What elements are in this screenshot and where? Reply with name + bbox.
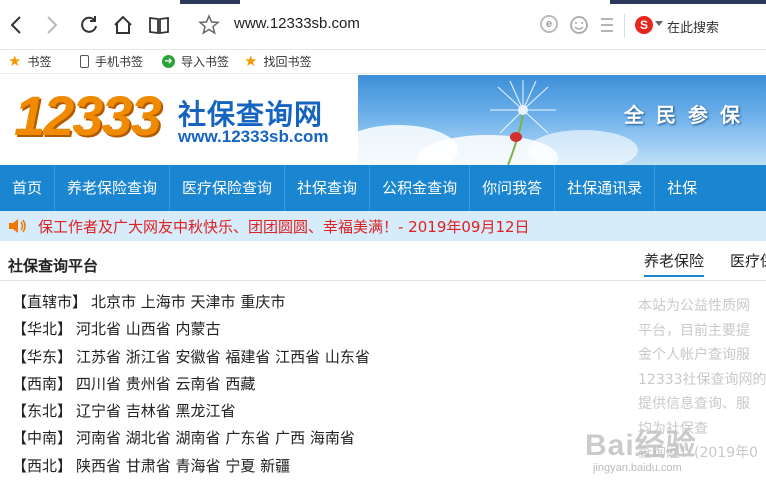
phone-icon xyxy=(80,55,89,68)
forward-button[interactable] xyxy=(38,12,64,38)
bookmark-label: 导入书签 xyxy=(181,55,230,69)
list-item: 【直辖市】 北京市 上海市 天津市 重庆市 xyxy=(12,292,370,319)
nav-item-housing-fund[interactable]: 公积金查询 xyxy=(370,165,471,211)
region-tag: 【东北】 xyxy=(12,402,73,421)
nav-item-pension[interactable]: 养老保险查询 xyxy=(55,165,171,211)
browser-toolbar: www.12333sb.com e S 在此搜索 xyxy=(0,0,766,50)
back-button[interactable] xyxy=(4,12,30,38)
list-item: 【西南】 四川省 贵州省 云南省 西藏 xyxy=(12,374,370,401)
search-input[interactable]: 在此搜索 xyxy=(667,17,719,36)
dandelion-icon xyxy=(490,80,556,165)
region-places[interactable]: 北京市 上海市 天津市 重庆市 xyxy=(91,293,285,311)
nav-item-directory[interactable]: 社保通讯录 xyxy=(555,165,656,211)
side-line: 提供信息查询、服 xyxy=(638,396,750,412)
address-bar[interactable]: www.12333sb.com xyxy=(234,15,360,32)
star-icon: ★ xyxy=(8,52,22,70)
region-tag: 【直辖市】 xyxy=(12,293,88,311)
import-icon: ➜ xyxy=(162,55,175,68)
star-outline-icon xyxy=(198,14,220,35)
site-logo-url: www.12333sb.com xyxy=(178,127,329,146)
side-tabs: 养老保险 医疗保 xyxy=(634,248,766,280)
bookmark-label: 手机书签 xyxy=(95,55,144,69)
reload-icon xyxy=(81,16,97,33)
forward-arrow-icon xyxy=(47,16,58,34)
home-button[interactable] xyxy=(110,12,136,38)
side-line: 本站为公益性质网 xyxy=(638,298,750,314)
bookmark-label: 书签 xyxy=(27,55,52,69)
top-edge-strip xyxy=(610,0,766,4)
watermark-logo: Bai经验 xyxy=(585,429,697,462)
nav-item-more[interactable]: 社保 xyxy=(655,165,709,211)
back-arrow-icon xyxy=(10,16,21,34)
bookmark-item[interactable]: 手机书签 xyxy=(80,53,143,70)
region-places[interactable]: 河北省 山西省 内蒙古 xyxy=(76,320,221,338)
notice-bar: 保工作者及广大网友中秋快乐、团团圆圆、幸福美满！- 2019年09月12日 xyxy=(0,211,766,241)
region-tag: 【西南】 xyxy=(12,374,73,393)
bookmark-item[interactable]: ➜ 导入书签 xyxy=(162,53,229,70)
notice-text[interactable]: 保工作者及广大网友中秋快乐、团团圆圆、幸福美满！- 2019年09月12日 xyxy=(38,216,530,237)
tab-medical[interactable]: 医疗保 xyxy=(730,250,766,271)
bookmark-label: 找回书签 xyxy=(263,55,312,69)
search-engine-icon[interactable]: S xyxy=(635,16,653,34)
star-icon: ★ xyxy=(244,52,258,70)
home-icon xyxy=(114,15,132,34)
list-icon xyxy=(601,18,613,32)
main-nav: 首页 养老保险查询 医疗保险查询 社保查询 公积金查询 你问我答 社保通讯录 社… xyxy=(0,165,766,211)
nav-item-medical[interactable]: 医疗保险查询 xyxy=(170,165,286,211)
bookmarks-bar: ★ 书签 手机书签 ➜ 导入书签 ★ 找回书签 xyxy=(0,50,766,74)
list-item: 【中南】 河南省 湖北省 湖南省 广东省 广西 海南省 xyxy=(12,428,370,455)
region-tag: 【西北】 xyxy=(12,456,73,475)
bookmark-panel-button[interactable] xyxy=(594,12,620,38)
region-list: 【直辖市】 北京市 上海市 天津市 重庆市 【华北】 河北省 山西省 内蒙古 【华东… xyxy=(12,292,370,483)
reload-button[interactable] xyxy=(76,12,102,38)
region-places[interactable]: 江苏省 浙江省 安徽省 福建省 江西省 山东省 xyxy=(76,348,370,366)
list-item: 【华北】 河北省 山西省 内蒙古 xyxy=(12,319,370,346)
favorite-button[interactable] xyxy=(196,12,222,38)
nav-item-home[interactable]: 首页 xyxy=(0,165,56,211)
compat-mode-icon[interactable]: e xyxy=(540,15,558,33)
header-banner: 全民参保 xyxy=(358,75,766,165)
nav-item-qa[interactable]: 你问我答 xyxy=(470,165,556,211)
list-item: 【东北】 辽宁省 吉林省 黑龙江省 xyxy=(12,401,370,428)
region-places[interactable]: 陕西省 甘肃省 青海省 宁夏 新疆 xyxy=(76,457,290,475)
top-edge-strip xyxy=(180,0,240,4)
region-places[interactable]: 辽宁省 吉林省 黑龙江省 xyxy=(76,402,236,420)
smiley-icon xyxy=(570,16,588,34)
side-line: 平台，目前主要提 xyxy=(638,322,750,339)
list-item: 【华东】 江苏省 浙江省 安徽省 福建省 江西省 山东省 xyxy=(12,347,370,374)
emoji-button[interactable] xyxy=(566,12,592,38)
region-tag: 【中南】 xyxy=(12,429,73,448)
bookmark-item[interactable]: ★ 找回书签 xyxy=(244,53,311,70)
region-places[interactable]: 四川省 贵州省 云南省 西藏 xyxy=(76,375,255,393)
chevron-down-icon[interactable] xyxy=(655,21,663,26)
watermark-url: jingyan.baidu.com xyxy=(593,462,682,474)
bookmark-item[interactable]: ★ 书签 xyxy=(8,53,51,70)
reader-button[interactable] xyxy=(146,12,172,38)
region-tag: 【华东】 xyxy=(12,347,73,366)
panel-title: 社保查询平台 xyxy=(8,257,99,275)
site-header: 12333 社保查询网 www.12333sb.com 全民参保 xyxy=(0,75,766,165)
side-line: 金个人帐户查询服 xyxy=(638,347,750,363)
region-tag: 【华北】 xyxy=(12,320,73,339)
toolbar-separator xyxy=(624,14,625,38)
baidu-watermark: Bai经验 jingyan.baidu.com xyxy=(585,414,766,488)
banner-slogan: 全民参保 xyxy=(624,103,752,127)
panel-divider xyxy=(0,280,766,281)
site-logo-number[interactable]: 12333 xyxy=(14,83,162,148)
tab-pension[interactable]: 养老保险 xyxy=(644,250,705,277)
book-icon xyxy=(149,16,169,35)
speaker-icon xyxy=(9,219,26,233)
side-line: 12333社保查询网的 xyxy=(638,371,766,388)
nav-item-social-security[interactable]: 社保查询 xyxy=(285,165,371,211)
region-places[interactable]: 河南省 湖北省 湖南省 广东省 广西 海南省 xyxy=(76,429,355,447)
list-item: 【西北】 陕西省 甘肃省 青海省 宁夏 新疆 xyxy=(12,456,370,483)
